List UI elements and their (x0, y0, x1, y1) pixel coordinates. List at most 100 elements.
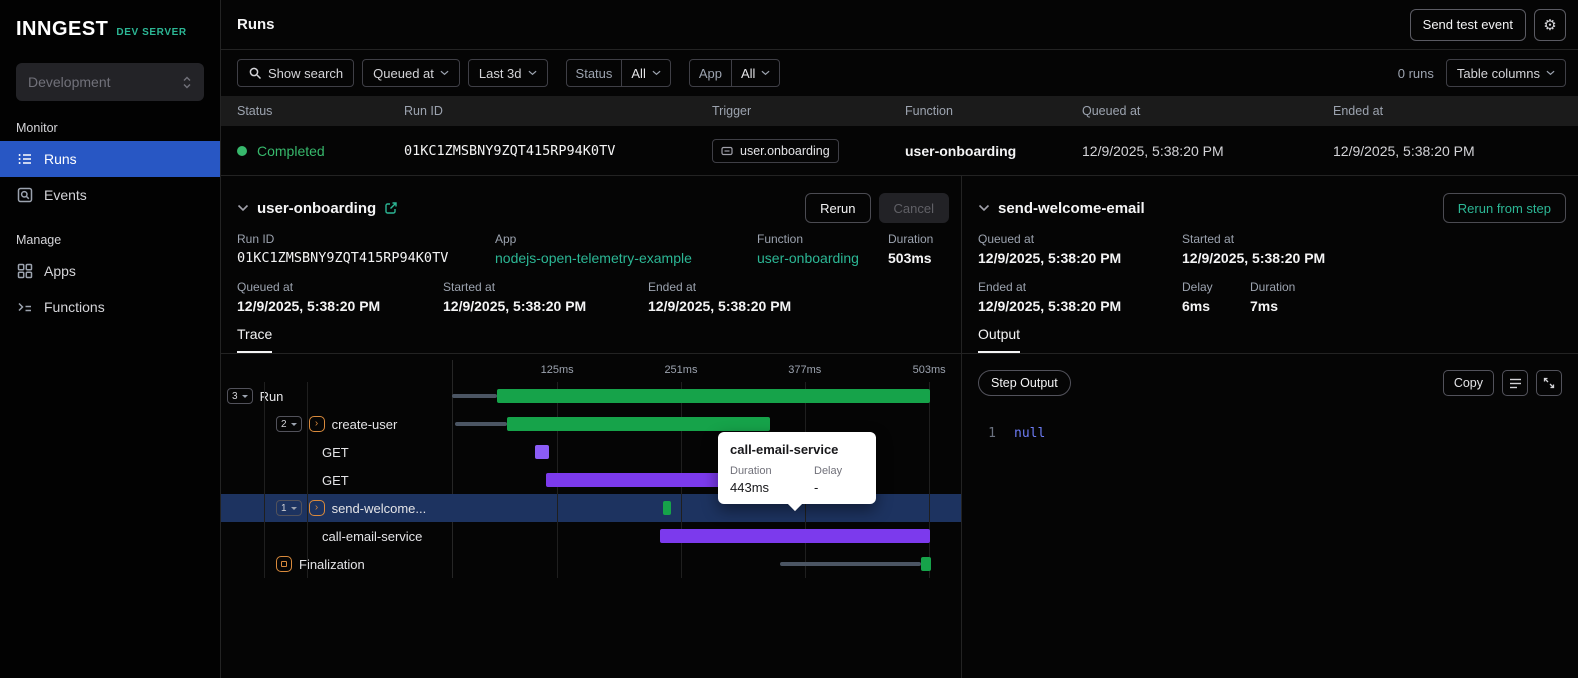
status-text: Completed (257, 142, 325, 159)
monitor-section-label: Monitor (16, 121, 58, 135)
sidebar-item-apps[interactable]: Apps (0, 253, 220, 289)
app-filter[interactable]: App All (688, 59, 781, 87)
status-filter-value: All (631, 65, 646, 81)
event-icon (721, 146, 733, 155)
expand-icon (1543, 377, 1555, 389)
app-root: INNGEST DEV SERVER Development Monitor R… (0, 0, 1578, 678)
trace-bar-success[interactable] (920, 557, 932, 571)
time-range-dropdown[interactable]: Last 3d (467, 59, 548, 87)
topbar-actions: Send test event ⚙ (1409, 8, 1566, 41)
show-search-button[interactable]: Show search (237, 59, 355, 87)
chevron-down-icon[interactable] (978, 204, 990, 212)
tooltip-duration-label: Duration (730, 465, 772, 477)
trace-bar-success[interactable] (497, 389, 931, 403)
trace-row-label-area: 3 Run (221, 382, 452, 410)
sidebar-item-runs[interactable]: Runs (0, 141, 220, 177)
settings-button[interactable]: ⚙ (1534, 8, 1566, 41)
chevron-down-icon[interactable] (237, 204, 249, 212)
step-details-panel: send-welcome-email Rerun from step Queue… (962, 176, 1578, 678)
trigger-badge[interactable]: user.onboarding (712, 138, 839, 163)
collapse-badge[interactable]: 3 (227, 388, 253, 404)
runs-icon (18, 154, 31, 164)
trace-bar-success[interactable] (506, 417, 770, 431)
axis-tick-label: 503ms (912, 364, 946, 376)
gear-icon: ⚙ (1543, 16, 1557, 34)
step-duration-field: Duration 7ms (1250, 280, 1296, 314)
trace-bar-queue[interactable] (779, 562, 921, 566)
trace-bar-http[interactable] (659, 529, 931, 543)
trace-bar-http_small[interactable] (535, 445, 549, 459)
tooltip-title: call-email-service (730, 442, 839, 457)
column-header-queued-at: Queued at (1082, 104, 1141, 118)
trace-row-timeline (452, 550, 932, 578)
step-meta-row-1: Queued at 12/9/2025, 5:38:20 PM Started … (962, 232, 1578, 266)
nav-item-label: Runs (44, 151, 77, 167)
trace-bar-queue[interactable] (454, 422, 507, 426)
tooltip-duration-value: 443ms (730, 480, 770, 495)
trace-row-timeline (452, 522, 932, 550)
step-panel-actions: Rerun from step (1442, 193, 1566, 223)
nav-item-label: Functions (44, 299, 105, 315)
sidebar-item-events[interactable]: Events (0, 177, 220, 213)
step-panel-header: send-welcome-email Rerun from step (962, 176, 1578, 226)
trace-bar-http[interactable] (546, 473, 742, 487)
trace-row-label-area: GET (221, 466, 452, 494)
environment-selector[interactable]: Development (16, 63, 204, 101)
inngest-logo: INNGEST (16, 18, 109, 40)
collapse-badge[interactable]: 2 (276, 416, 302, 432)
trace-bar-success[interactable] (663, 501, 671, 515)
expand-button[interactable] (1536, 370, 1562, 396)
trace-bar-queue[interactable] (452, 394, 498, 398)
trace-row-finalization[interactable]: Finalization (221, 550, 961, 578)
nav-item-label: Apps (44, 263, 76, 279)
search-icon (249, 67, 262, 80)
step-queued-at-field: Queued at 12/9/2025, 5:38:20 PM (978, 232, 1122, 266)
app-link[interactable]: nodejs-open-telemetry-example (495, 250, 757, 266)
tab-output[interactable]: Output (978, 326, 1021, 353)
send-test-event-button[interactable]: Send test event (1409, 8, 1526, 41)
run-details: user-onboarding Rerun Cancel Run ID 01KC… (221, 176, 1578, 678)
collapse-badge[interactable]: 1 (276, 500, 302, 516)
word-wrap-button[interactable] (1502, 370, 1528, 396)
sidebar-item-functions[interactable]: Functions (0, 289, 220, 325)
nav-item-label: Events (44, 187, 87, 203)
manage-section-label: Manage (16, 233, 62, 247)
run-id-cell: 01KC1ZMSBNY9ZQT415RP94K0TV (404, 142, 616, 159)
filter-bar: Show search Queued at Last 3d Status All (221, 50, 1578, 96)
app-filter-label: App (690, 60, 732, 86)
queued-at-dropdown[interactable]: Queued at (362, 59, 460, 87)
trace-row-label-area: 1 › send-welcome... (221, 494, 452, 522)
cancel-button[interactable]: Cancel (878, 193, 949, 223)
status-dot-icon (237, 145, 247, 156)
status-filter[interactable]: Status All (565, 59, 671, 87)
runs-table-header: Status Run ID Trigger Function Queued at… (221, 96, 1578, 126)
external-link-icon[interactable] (384, 201, 398, 215)
started-at-field: Started at 12/9/2025, 5:38:20 PM (443, 280, 587, 314)
trace-row-label-area: 2 › create-user (221, 410, 452, 438)
functions-icon (18, 302, 31, 312)
span-name: GET (322, 472, 349, 488)
table-columns-dropdown[interactable]: Table columns (1445, 59, 1566, 87)
function-link[interactable]: user-onboarding (757, 250, 888, 266)
step-started-at-field: Started at 12/9/2025, 5:38:20 PM (1182, 232, 1326, 266)
trace-row-label-area: Finalization (221, 550, 452, 578)
trace-row-label-area: call-email-service (221, 522, 452, 550)
trace-row-call-email-service[interactable]: call-email-service (221, 522, 961, 550)
step-icon: › (308, 500, 325, 516)
table-row[interactable]: Completed 01KC1ZMSBNY9ZQT415RP94K0TV use… (221, 126, 1578, 176)
topbar: Runs Send test event ⚙ (221, 0, 1578, 50)
step-output-pill[interactable]: Step Output (978, 370, 1071, 396)
rerun-from-step-button[interactable]: Rerun from step (1442, 193, 1566, 223)
tab-trace[interactable]: Trace (237, 326, 273, 353)
output-toolbar: Step Output Copy (962, 354, 1578, 396)
ended-at-cell: 12/9/2025, 5:38:20 PM (1333, 142, 1475, 159)
output-value: null (1014, 426, 1046, 441)
run-panel-header: user-onboarding Rerun Cancel (221, 176, 961, 226)
trace-row-run[interactable]: 3 Run (221, 382, 961, 410)
rerun-button[interactable]: Rerun (805, 193, 871, 223)
copy-button[interactable]: Copy (1442, 370, 1494, 396)
events-icon (17, 187, 33, 203)
column-header-status: Status (237, 104, 273, 118)
chevron-down-icon (761, 70, 770, 76)
queued-at-cell: 12/9/2025, 5:38:20 PM (1082, 142, 1224, 159)
